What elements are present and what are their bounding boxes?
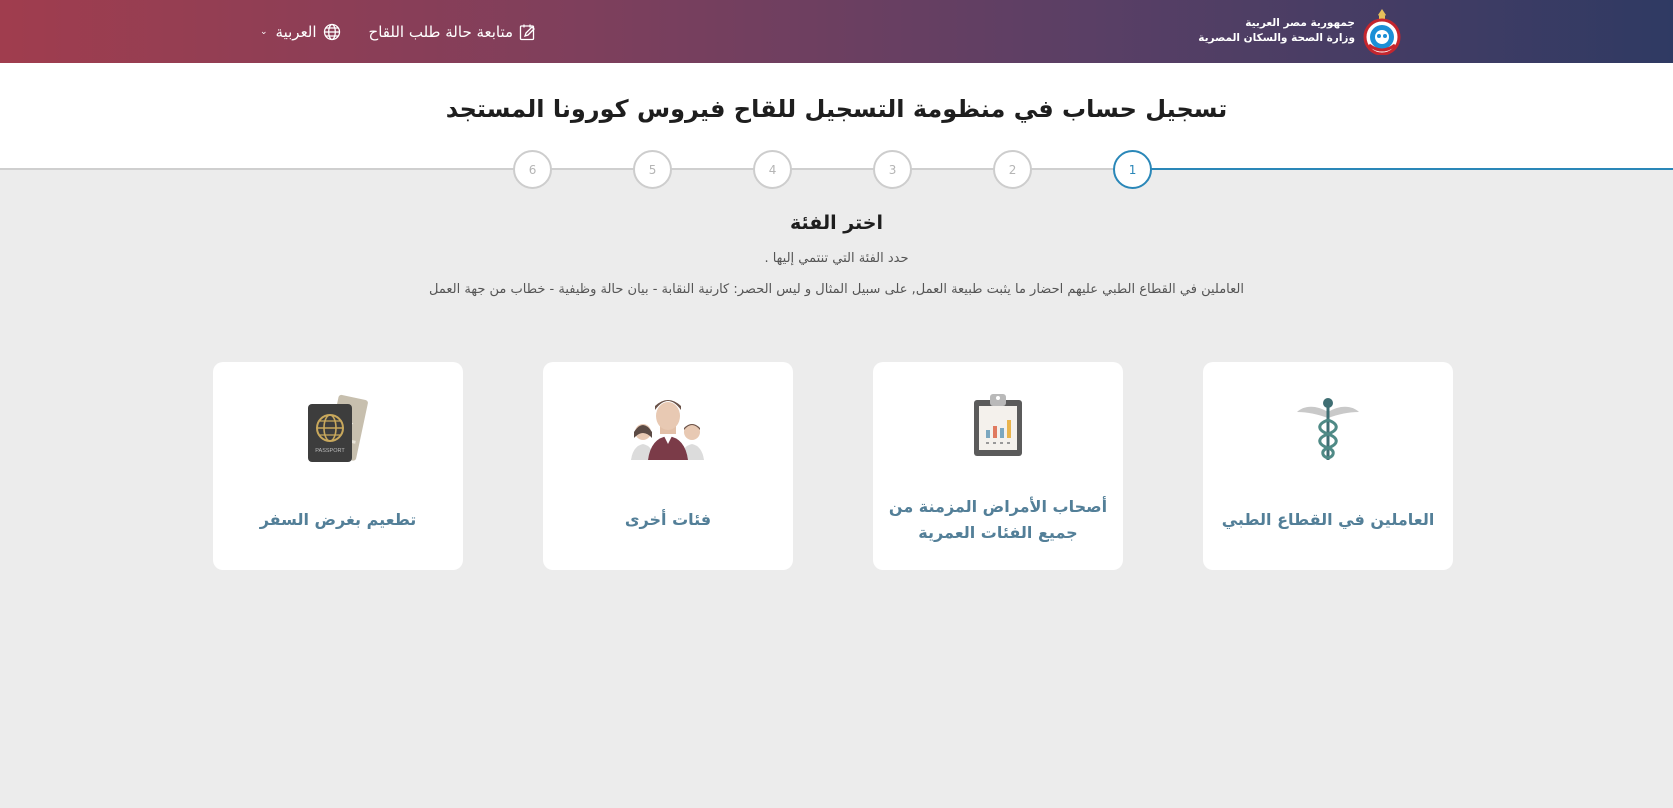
- brand-line1: جمهورية مصر العربية: [1245, 17, 1355, 29]
- category-card-medical-workers[interactable]: العاملين في القطاع الطبي: [1203, 362, 1453, 570]
- stepper-progress: [1132, 168, 1673, 170]
- top-header: جمهورية مصر العربية وزارة الصحة والسكان …: [0, 0, 1673, 63]
- stepper-track: [0, 168, 1132, 170]
- language-label: العربية: [275, 22, 317, 41]
- step-5[interactable]: 5: [633, 150, 672, 189]
- category-card-chronic-diseases[interactable]: أصحاب الأمراض المزمنة من جميع الفئات الع…: [873, 362, 1123, 570]
- language-switcher[interactable]: ⌄ العربية: [260, 23, 341, 41]
- category-label-chronic-diseases: أصحاب الأمراض المزمنة من جميع الفئات الع…: [888, 497, 1108, 542]
- category-card-other-groups[interactable]: فئات أخرى: [543, 362, 793, 570]
- section-note: العاملين في القطاع الطبي عليهم احضار ما …: [429, 282, 1244, 297]
- track-vaccine-request-link[interactable]: متابعة حالة طلب اللقاح: [369, 23, 538, 41]
- ministry-logo-icon: [1361, 7, 1403, 56]
- category-label-medical-workers: العاملين في القطاع الطبي: [1221, 510, 1435, 529]
- step-3[interactable]: 3: [873, 150, 912, 189]
- top-nav: ⌄ العربية متابعة حالة طلب اللقاح: [260, 0, 537, 63]
- page-title: تسجيل حساب في منظومة التسجيل للقاح فيروس…: [445, 95, 1228, 123]
- passport-text: PASSPORT: [315, 448, 345, 454]
- category-label-other-groups: فئات أخرى: [624, 510, 712, 529]
- step-2[interactable]: 2: [993, 150, 1032, 189]
- brand-line2: وزارة الصحة والسكان المصرية: [1198, 32, 1355, 44]
- step-6[interactable]: 6: [513, 150, 552, 189]
- step-1[interactable]: 1: [1113, 150, 1152, 189]
- globe-icon: [323, 23, 341, 41]
- ministry-brand[interactable]: جمهورية مصر العربية وزارة الصحة والسكان …: [1198, 6, 1403, 56]
- section-title: اختر الفئة: [790, 212, 883, 234]
- passport-ticket-icon: PASSPORT: [298, 392, 378, 472]
- caduceus-icon: [1293, 392, 1363, 472]
- clipboard-chart-icon: [968, 392, 1028, 472]
- edit-note-icon: [519, 23, 537, 41]
- step-4[interactable]: 4: [753, 150, 792, 189]
- chevron-down-icon: ⌄: [260, 26, 268, 37]
- family-group-icon: [628, 392, 708, 472]
- category-label-travel-vaccination: تطعيم بغرض السفر: [259, 510, 417, 529]
- track-label: متابعة حالة طلب اللقاح: [368, 22, 514, 41]
- section-subtitle: حدد الفئة التي تنتمي إليها .: [764, 251, 909, 266]
- category-card-travel-vaccination[interactable]: PASSPORT تطعيم بغرض السفر: [213, 362, 463, 570]
